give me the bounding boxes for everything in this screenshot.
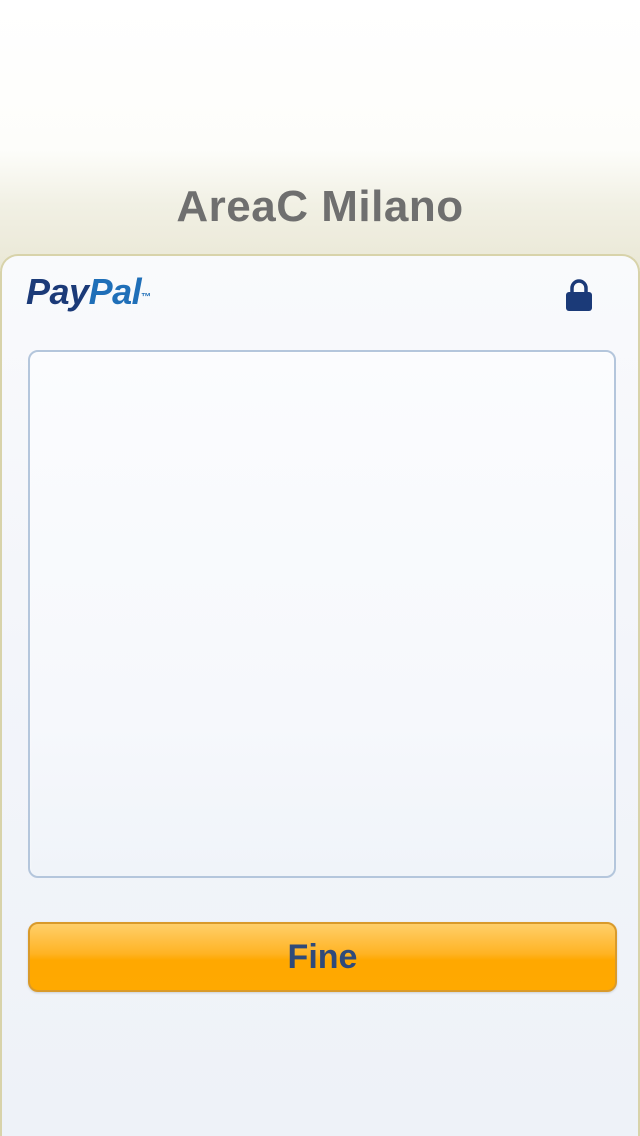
app-header: AreaC Milano (0, 0, 640, 270)
done-button[interactable]: Fine (28, 922, 617, 992)
app-title: AreaC Milano (176, 182, 464, 231)
payment-content-area[interactable] (28, 350, 616, 878)
paypal-sheet: PayPal™ Fine (0, 254, 640, 1136)
lock-icon (565, 278, 593, 312)
paypal-logo-pay: Pay (26, 271, 89, 312)
paypal-logo: PayPal™ (26, 270, 151, 314)
paypal-logo-trademark: ™ (141, 292, 151, 303)
paypal-logo-pal: Pal (88, 271, 142, 312)
